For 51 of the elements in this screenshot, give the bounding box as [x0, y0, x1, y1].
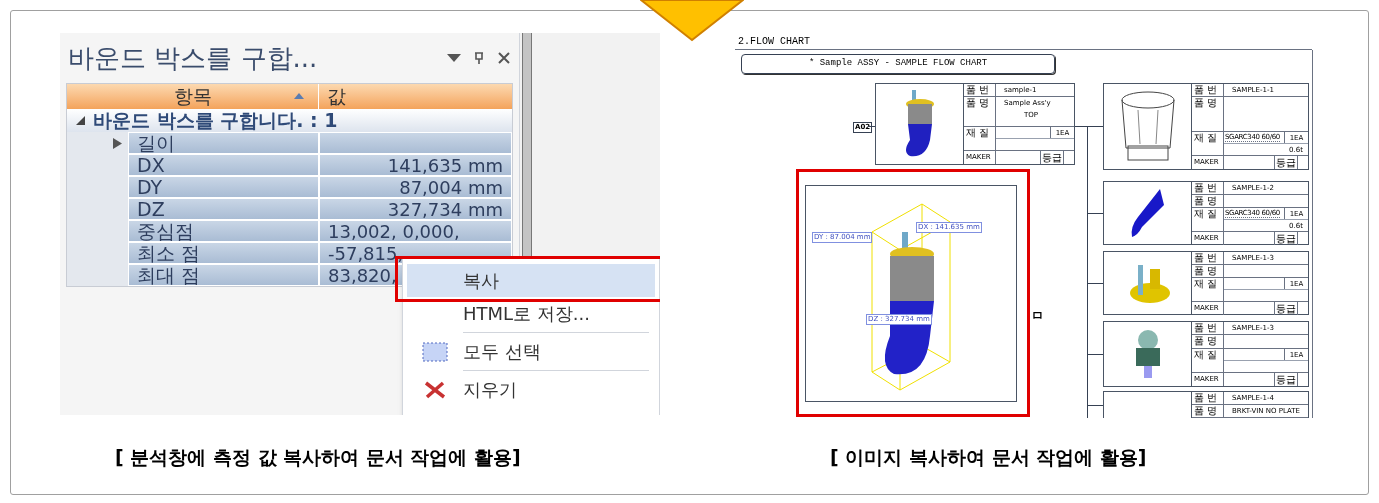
table-cell: DX	[128, 154, 319, 176]
field-label: 재 질	[1192, 132, 1224, 155]
expander-icon[interactable]	[75, 116, 85, 125]
title-banner: * Sample ASSY - SAMPLE FLOW CHART	[741, 54, 1055, 74]
table-cell: 최소 점	[128, 242, 319, 264]
field-label: 품 번	[1192, 252, 1224, 264]
close-icon[interactable]	[497, 51, 511, 65]
dropdown-icon[interactable]	[447, 54, 461, 62]
field-label: 품 번	[1192, 84, 1224, 96]
field-label: 등급	[1274, 232, 1298, 245]
expander-icon[interactable]	[113, 137, 122, 149]
field-label: 재 질	[1192, 278, 1224, 301]
field-label: 품 번	[1192, 322, 1224, 334]
field-label: 재 질	[1192, 349, 1224, 372]
field-label: 등급	[1274, 373, 1298, 386]
table-cell: 87,004 mm	[319, 176, 512, 198]
panel-title: 바운드 박스를 구합...	[68, 41, 318, 75]
table-cell: 141,635 mm	[319, 154, 512, 176]
field-label: 품 번	[1192, 182, 1224, 194]
table-cell: 최대 점	[128, 264, 319, 286]
caption: [ 이미지 복사하여 문서 작업에 활용]	[830, 445, 1148, 470]
field-label: 품 번	[1192, 392, 1224, 404]
field-label: 품 명	[1192, 265, 1224, 277]
field-label: 품 번	[964, 84, 996, 96]
field-label: 품 명	[1192, 97, 1224, 131]
caption: [ 분석창에 측정 값 복사하여 문서 작업에 활용]	[115, 445, 522, 470]
field-label: 품 명	[1192, 335, 1224, 348]
field-label: 등급	[1274, 302, 1298, 315]
menu-item[interactable]: 복사	[407, 264, 655, 297]
table-cell: 13,002, 0,000,	[319, 220, 512, 242]
field-label: 품 명	[964, 97, 996, 126]
table-cell: 중심점	[128, 220, 319, 242]
delete-icon	[423, 380, 447, 399]
selection-icon	[422, 341, 448, 362]
field-label: 품 명	[1192, 405, 1224, 417]
pin-icon[interactable]	[473, 51, 485, 65]
sort-icon	[294, 93, 304, 99]
field-label: 등급	[1040, 151, 1064, 164]
column-header[interactable]: 값	[319, 84, 512, 109]
side-mark: ㅁ	[1031, 309, 1044, 322]
table-cell: DY	[128, 176, 319, 198]
field-label: 등급	[1274, 156, 1298, 169]
table-cell: 327,734 mm	[319, 198, 512, 220]
table-cell: 길이	[128, 132, 319, 154]
table-cell: DZ	[128, 198, 319, 220]
group-label: 바운드 박스를 구합니다. : 1	[93, 108, 338, 134]
field-label: 재 질	[1192, 208, 1224, 231]
document-heading: 2.FLOW CHART	[738, 34, 810, 49]
field-label: 품 명	[1192, 195, 1224, 207]
row-header	[67, 264, 128, 286]
field-label: 재 질	[964, 127, 996, 150]
